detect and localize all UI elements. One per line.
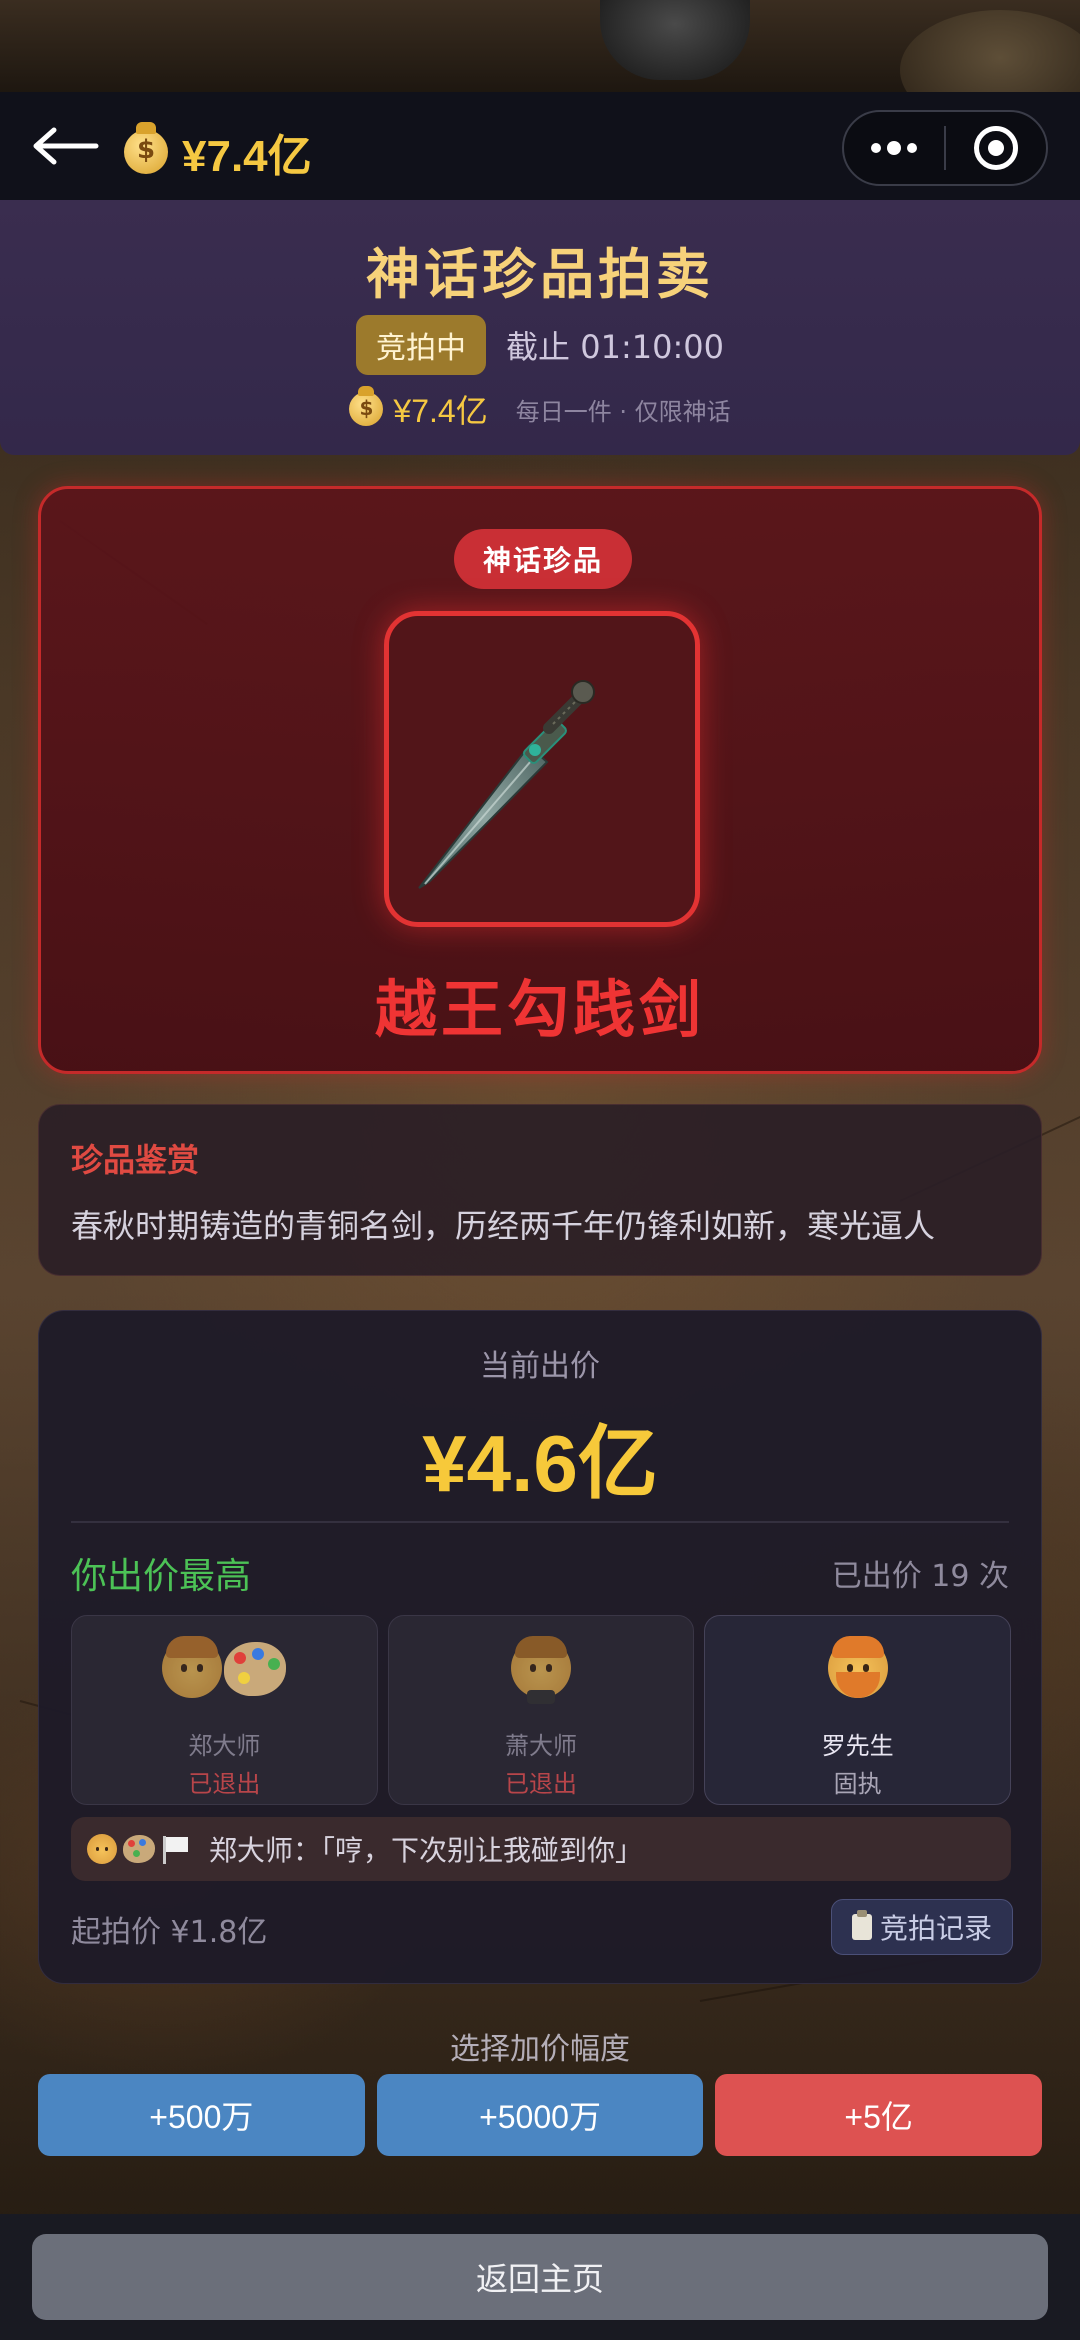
balance-amount: ¥7.4亿: [182, 132, 312, 181]
bidder-name: 萧大师: [505, 1732, 577, 1760]
more-dots-icon[interactable]: [844, 112, 944, 184]
increment-button-5yi[interactable]: +5亿: [715, 2074, 1043, 2156]
artist-avatar-icon: [87, 1834, 117, 1864]
bidder-card: 罗先生 固执: [704, 1615, 1012, 1805]
return-home-button[interactable]: 返回主页: [32, 2234, 1048, 2320]
mini-program-capsule: [842, 110, 1048, 186]
inkpot-decor: [600, 0, 750, 80]
target-close-icon[interactable]: [946, 112, 1046, 184]
item-image-frame: [384, 611, 700, 927]
appraisal-title: 珍品鉴赏: [71, 1141, 200, 1179]
money-bag-icon: [349, 386, 384, 426]
bid-panel: 当前出价 ¥4.6亿 你出价最高 已出价 19 次 郑大师 已退出 萧大师 已退…: [38, 1310, 1042, 1984]
bidder-name: 罗先生: [821, 1732, 894, 1760]
bid-history-button[interactable]: 竞拍记录: [830, 1899, 1013, 1955]
auction-banner: 神话珍品拍卖 竞拍中 截止 01:10:00 ¥7.4亿 每日一件 · 仅限神话: [0, 200, 1080, 455]
bidder-name: 郑大师: [188, 1732, 261, 1760]
money-bag-icon: [124, 122, 168, 174]
palette-icon: [224, 1642, 287, 1696]
palette-icon: [123, 1835, 155, 1863]
increment-button-500w[interactable]: +500万: [38, 2074, 365, 2156]
white-flag-icon: [161, 1834, 191, 1864]
rarity-tag: 神话珍品: [454, 529, 632, 589]
artist-avatar-icon: [162, 1636, 223, 1698]
quote-text: 郑大师：「哼，下次别让我碰到你」: [209, 1834, 644, 1867]
divider: [71, 1521, 1009, 1523]
bid-count: 已出价 19 次: [831, 1559, 1009, 1594]
auction-note: 每日一件 · 仅限神话: [515, 397, 731, 426]
increment-button-5000w[interactable]: +5000万: [376, 2074, 704, 2156]
increment-label: 选择加价幅度: [450, 2032, 630, 2067]
bidder-status: 已退出: [505, 1770, 577, 1798]
deadline-text: 截止 01:10:00: [506, 328, 724, 366]
current-bid-label: 当前出价: [480, 1349, 600, 1384]
bidder-status: 固执: [833, 1770, 882, 1798]
appraisal-text: 春秋时期铸造的青铜名剑，历经两千年仍锋利如新，寒光逼人: [71, 1207, 936, 1245]
bronze-sword-icon: [418, 680, 595, 889]
leader-status: 你出价最高: [71, 1556, 252, 1597]
banner-balance: ¥7.4亿: [393, 393, 488, 429]
bidder-list: 郑大师 已退出 萧大师 已退出 罗先生 固执: [71, 1615, 1012, 1805]
tuxedo-avatar-icon: [511, 1636, 571, 1704]
current-bid-amount: ¥4.6亿: [422, 1419, 658, 1508]
bidder-quote: 郑大师：「哼，下次别让我碰到你」: [71, 1817, 1011, 1881]
bidder-status: 已退出: [188, 1770, 261, 1798]
back-arrow-icon[interactable]: [32, 118, 100, 174]
header-balance: ¥7.4亿: [124, 120, 312, 184]
status-badge: 竞拍中: [356, 315, 487, 375]
item-name: 越王勾践剑: [374, 973, 705, 1046]
bottom-bar: 返回主页: [0, 2214, 1080, 2340]
top-decor: [0, 0, 1080, 130]
bearded-avatar-icon: [827, 1636, 888, 1698]
start-price: 起拍价 ¥1.8亿: [71, 1915, 268, 1950]
bidder-card: 萧大师 已退出: [387, 1615, 695, 1805]
item-card: 神话珍品 越王勾践剑: [38, 486, 1042, 1074]
appraisal-card: 珍品鉴赏 春秋时期铸造的青铜名剑，历经两千年仍锋利如新，寒光逼人: [38, 1104, 1042, 1276]
increment-options: +500万 +5000万 +5亿: [38, 2074, 1043, 2156]
top-nav-bar: ¥7.4亿: [0, 92, 1080, 200]
bid-history-label: 竞拍记录: [879, 1912, 992, 1945]
clipboard-icon: [851, 1910, 872, 1940]
bidder-card: 郑大师 已退出: [71, 1615, 378, 1805]
page-title: 神话珍品拍卖: [366, 243, 714, 306]
